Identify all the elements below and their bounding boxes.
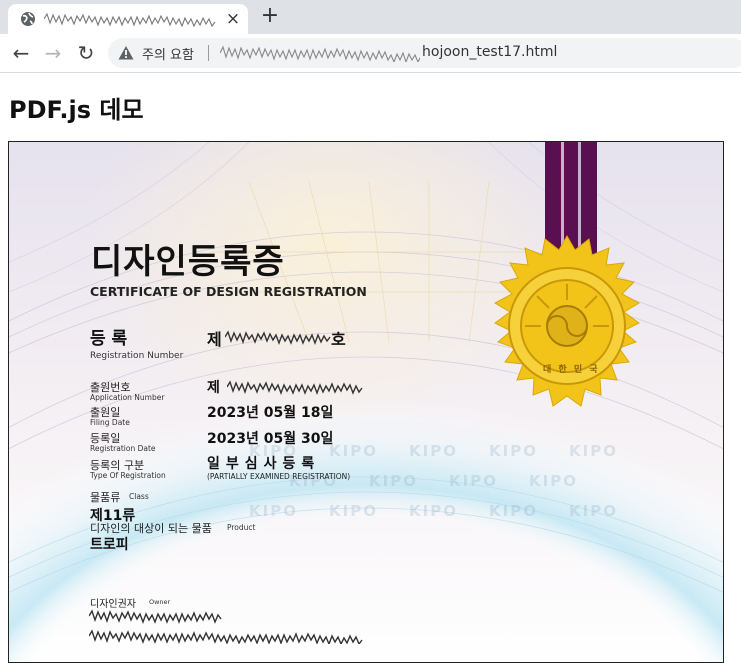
filing-date-label-en: Filing Date [90, 418, 130, 427]
kipo-watermark: KIPO [369, 472, 418, 490]
certificate-subtitle: CERTIFICATE OF DESIGN REGISTRATION [90, 284, 367, 299]
reload-icon[interactable]: ↻ [73, 40, 99, 66]
kipo-watermark: KIPO [569, 502, 618, 520]
security-status-label[interactable]: 주의 요함 [142, 44, 194, 63]
kipo-watermark: KIPO [449, 472, 498, 490]
browser-tab[interactable]: × [8, 4, 248, 34]
redacted-owner-address [89, 629, 363, 644]
application-label-en: Application Number [90, 393, 165, 402]
application-prefix: 제 [207, 380, 220, 396]
product-value: 트로피 [90, 537, 129, 553]
back-arrow-icon[interactable]: ← [8, 40, 34, 66]
certificate-title: 디자인등록증 [91, 242, 285, 282]
registration-date-label-en: Registration Date [90, 444, 156, 453]
filing-date-value: 2023년 05월 18일 [207, 405, 334, 421]
registration-prefix: 제 [207, 330, 222, 349]
warning-icon [118, 46, 134, 60]
redacted-owner-name [89, 609, 222, 624]
registration-date-value: 2023년 05월 30일 [207, 431, 334, 447]
page-title: PDF.js 데모 [9, 96, 144, 124]
redacted-registration-number [225, 330, 331, 345]
registration-label-en: Registration Number [90, 351, 184, 361]
tab-bar: × + [0, 0, 741, 34]
forward-arrow-icon[interactable]: → [40, 40, 66, 66]
kipo-watermark: KIPO [409, 502, 458, 520]
registration-type-note: (PARTIALLY EXAMINED REGISTRATION) [207, 472, 351, 481]
address-bar[interactable]: 주의 요함 hojoon_test17.html [108, 38, 741, 68]
class-label: 물품류 [90, 491, 121, 504]
url-path[interactable]: hojoon_test17.html [422, 44, 557, 60]
kipo-watermark: KIPO [489, 442, 538, 460]
class-label-en: Class [129, 492, 149, 501]
registration-type-value: 일부심사등록 [207, 456, 321, 472]
close-icon[interactable]: × [222, 8, 244, 30]
owner-label-en: Owner [149, 598, 171, 606]
pdf-viewer[interactable]: KIPO KIPO KIPO KIPO KIPO KIPO KIPO KIPO … [8, 141, 724, 663]
redacted-text [44, 12, 216, 27]
redacted-application-number [227, 380, 363, 395]
redacted-url-host [220, 45, 420, 62]
kipo-watermark: KIPO [329, 442, 378, 460]
certificate-background [9, 142, 723, 662]
kipo-watermark: KIPO [249, 502, 298, 520]
kipo-watermark: KIPO [329, 502, 378, 520]
product-label-en: Product [227, 523, 256, 532]
kipo-watermark: KIPO [529, 472, 578, 490]
globe-icon [21, 12, 35, 26]
browser-toolbar: ← → ↻ 주의 요함 hojoon_test17.html [0, 34, 741, 73]
registration-label: 등 록 [90, 329, 128, 349]
kipo-watermark: KIPO [489, 502, 538, 520]
kipo-watermark: KIPO [409, 442, 458, 460]
address-separator [208, 45, 209, 61]
plus-icon[interactable]: + [258, 5, 282, 29]
kipo-watermark: KIPO [569, 442, 618, 460]
seal-label: 대 한 민 국 [543, 365, 600, 375]
registration-suffix: 호 [331, 330, 346, 349]
registration-type-label-en: Type Of Registration [90, 471, 166, 480]
